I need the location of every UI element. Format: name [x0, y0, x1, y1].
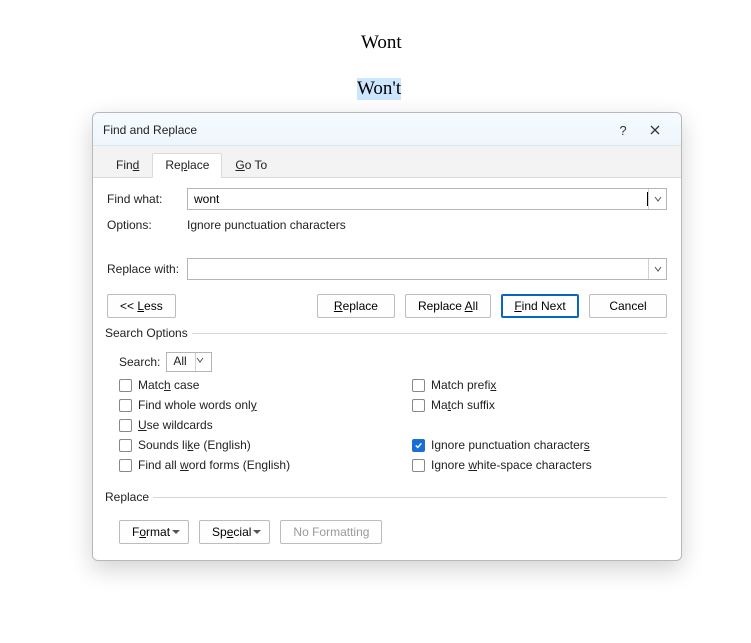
- titlebar: Find and Replace ?: [93, 113, 681, 146]
- search-options-fieldset: Search Options Search: All Match case: [107, 326, 667, 472]
- dialog-body: Find what: Options: Ignore punctuation c…: [93, 178, 681, 560]
- replace-button[interactable]: Replace: [317, 294, 395, 318]
- whole-words-label: Find whole words only: [138, 398, 257, 412]
- format-menu-button[interactable]: Format: [119, 520, 189, 544]
- options-value: Ignore punctuation characters: [187, 218, 346, 232]
- word-forms-checkbox[interactable]: Find all word forms (English): [119, 458, 372, 472]
- tabstrip: Find Replace Go To: [93, 146, 681, 178]
- replace-with-input[interactable]: [187, 258, 667, 280]
- replace-all-button[interactable]: Replace All: [405, 294, 491, 318]
- replace-with-label: Replace with:: [107, 262, 187, 276]
- checkbox-checked-icon: [412, 439, 425, 452]
- text-cursor: [647, 192, 648, 206]
- checkbox-icon: [119, 459, 132, 472]
- sounds-like-checkbox[interactable]: Sounds like (English): [119, 438, 372, 452]
- match-case-label: Match case: [138, 378, 199, 392]
- ignore-punctuation-checkbox[interactable]: Ignore punctuation characters: [412, 438, 665, 452]
- close-icon[interactable]: [639, 119, 671, 141]
- special-menu-button[interactable]: Special: [199, 520, 270, 544]
- checkbox-icon: [412, 379, 425, 392]
- doc-text-line2-selected: Won't: [357, 78, 401, 100]
- tab-find[interactable]: Find: [103, 153, 152, 178]
- checkbox-icon: [119, 399, 132, 412]
- ignore-whitespace-checkbox[interactable]: Ignore white-space characters: [412, 458, 665, 472]
- search-options-legend: Search Options: [105, 326, 192, 340]
- match-prefix-label: Match prefix: [431, 378, 496, 392]
- checkbox-icon: [412, 459, 425, 472]
- find-next-button[interactable]: Find Next: [501, 294, 579, 318]
- checkbox-icon: [119, 379, 132, 392]
- match-suffix-checkbox[interactable]: Match suffix: [412, 398, 665, 412]
- checkbox-icon: [119, 439, 132, 452]
- chevron-down-icon: [195, 353, 211, 371]
- match-suffix-label: Match suffix: [431, 398, 495, 412]
- replace-with-field[interactable]: [188, 259, 648, 279]
- ignore-punctuation-label: Ignore punctuation characters: [431, 438, 590, 452]
- dialog-title: Find and Replace: [103, 123, 607, 137]
- use-wildcards-label: Use wildcards: [138, 418, 213, 432]
- use-wildcards-checkbox[interactable]: Use wildcards: [119, 418, 372, 432]
- word-forms-label: Find all word forms (English): [138, 458, 290, 472]
- match-prefix-checkbox[interactable]: Match prefix: [412, 378, 665, 392]
- search-direction-value: All: [167, 353, 195, 371]
- find-replace-dialog: Find and Replace ? Find Replace Go To Fi…: [92, 112, 682, 561]
- checkbox-icon: [119, 419, 132, 432]
- replace-with-dropdown-icon[interactable]: [648, 259, 666, 279]
- find-what-field[interactable]: [188, 189, 648, 209]
- less-button[interactable]: << Less: [107, 294, 176, 318]
- search-direction-select[interactable]: All: [166, 352, 212, 372]
- find-what-dropdown-icon[interactable]: [648, 189, 666, 209]
- tab-goto[interactable]: Go To: [222, 153, 280, 178]
- replace-fieldset: Replace Format Special No Formatting: [107, 490, 667, 546]
- ignore-whitespace-label: Ignore white-space characters: [431, 458, 592, 472]
- no-formatting-button[interactable]: No Formatting: [280, 520, 382, 544]
- sounds-like-label: Sounds like (English): [138, 438, 251, 452]
- checkbox-icon: [412, 399, 425, 412]
- replace-legend: Replace: [105, 490, 153, 504]
- whole-words-checkbox[interactable]: Find whole words only: [119, 398, 372, 412]
- doc-text-line1: Wont: [361, 32, 402, 54]
- tab-replace[interactable]: Replace: [152, 153, 222, 178]
- help-icon[interactable]: ?: [607, 119, 639, 141]
- search-direction-label: Search:: [119, 355, 160, 369]
- find-what-label: Find what:: [107, 192, 187, 206]
- cancel-button[interactable]: Cancel: [589, 294, 667, 318]
- match-case-checkbox[interactable]: Match case: [119, 378, 372, 392]
- find-what-input[interactable]: [187, 188, 667, 210]
- options-label: Options:: [107, 218, 187, 232]
